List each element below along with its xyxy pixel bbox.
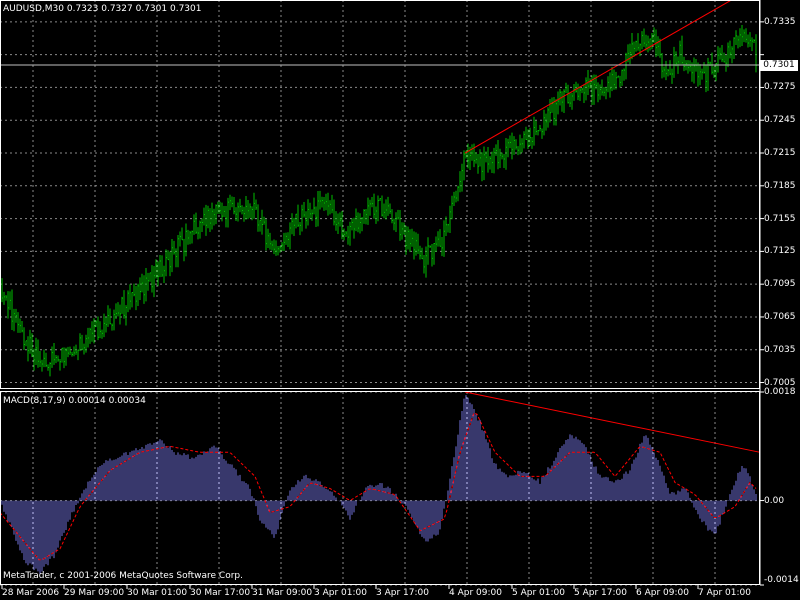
ohlc-open: 0.7323 <box>66 4 99 14</box>
x-tick-label: 29 Mar 09:00 <box>64 588 125 598</box>
y-tick-label: 0.7335 <box>764 16 796 27</box>
copyright-text: MetaTrader, c 2001-2006 MetaQuotes Softw… <box>3 571 243 581</box>
y-tick-label: 0.7215 <box>764 148 796 158</box>
macd-header: MACD(8,17,9) 0.00014 0.00034 <box>3 396 146 406</box>
y-tick-label: 0.7185 <box>764 180 796 191</box>
x-tick-label: 5 Apr 01:00 <box>512 588 565 598</box>
x-tick-label: 31 Mar 09:00 <box>252 588 313 598</box>
y-tick-label: 0.7245 <box>764 115 796 126</box>
ohlc-low: 0.7301 <box>135 4 168 14</box>
x-tick-label: 5 Apr 17:00 <box>574 588 627 598</box>
current-price-badge: 0.7301 <box>760 60 798 71</box>
chart-background <box>0 0 800 600</box>
x-tick-label: 28 Mar 2006 <box>2 588 60 598</box>
x-tick-label: 6 Apr 09:00 <box>636 588 689 598</box>
ohlc-close: 0.7301 <box>169 4 202 14</box>
y-tick-label: 0.7035 <box>764 344 796 355</box>
symbol-header: AUDUSD,M30 0.7323 0.7327 0.7301 0.7301 <box>3 4 201 14</box>
macd-main-value: 0.00014 <box>68 396 106 406</box>
macd-name: MACD(8,17,9) <box>3 396 66 406</box>
macd-y-tick-label: -0.0014 <box>764 575 799 585</box>
y-tick-label: 0.7155 <box>764 213 796 224</box>
macd-y-tick-label: 0.00 <box>764 495 785 506</box>
y-tick-label: 0.7275 <box>764 82 796 93</box>
ohlc-high: 0.7327 <box>101 4 133 14</box>
macd-signal-value: 0.00034 <box>108 396 146 406</box>
y-tick-label: 0.7095 <box>764 279 796 290</box>
chart-canvas[interactable] <box>0 0 800 600</box>
x-tick-label: 3 Apr 01:00 <box>314 588 367 598</box>
x-tick-label: 30 Mar 17:00 <box>190 588 251 598</box>
x-tick-label: 4 Apr 09:00 <box>449 588 502 598</box>
symbol-label: AUDUSD,M30 <box>3 4 64 14</box>
y-tick-label: 0.7125 <box>764 246 796 257</box>
y-tick-label: 0.7065 <box>764 311 796 322</box>
x-tick-label: 7 Apr 01:00 <box>698 588 751 598</box>
x-tick-label: 30 Mar 01:00 <box>127 588 188 598</box>
macd-y-tick-label: 0.0018 <box>764 387 796 397</box>
x-tick-label: 3 Apr 17:00 <box>376 588 429 598</box>
